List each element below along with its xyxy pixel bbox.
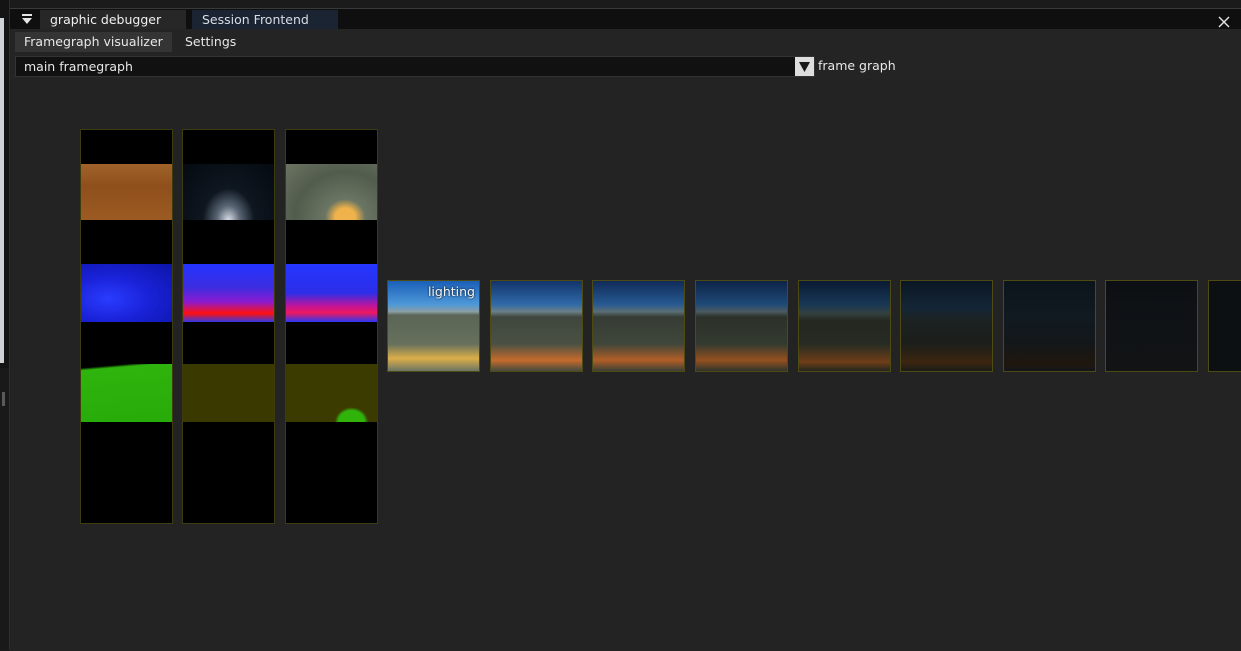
framegraph-select[interactable]: main framegraph — [15, 56, 815, 77]
background-window-edge-dark — [0, 368, 9, 650]
post-node-3[interactable] — [695, 280, 788, 372]
window-tab-bar: graphic debugger Session Frontend — [10, 9, 1241, 29]
framegraph-select-value: main framegraph — [24, 59, 133, 74]
normal-texture-2 — [183, 264, 274, 322]
framegraph-select-label: frame graph — [818, 58, 896, 73]
post-node-6[interactable] — [1003, 280, 1096, 372]
post-node-5[interactable] — [900, 280, 993, 372]
gbuffer-node-3[interactable] — [285, 129, 378, 524]
menu-bar: Framegraph visualizer Settings — [10, 30, 1241, 54]
mask-texture — [81, 364, 172, 422]
albedo-texture — [81, 164, 172, 220]
chevron-down-icon — [799, 61, 810, 72]
left-dock-strip — [0, 0, 10, 650]
background-window-edge — [0, 18, 4, 363]
collapse-triangle-icon — [22, 13, 32, 24]
close-window-button[interactable] — [1218, 13, 1230, 28]
collapse-menu-button[interactable] — [18, 12, 36, 26]
menu-framegraph-visualizer[interactable]: Framegraph visualizer — [15, 32, 172, 52]
lit-preview-texture — [286, 164, 377, 220]
gbuffer-node-1[interactable] — [80, 129, 173, 524]
gbuffer-node-2[interactable] — [182, 129, 275, 524]
post-node-2[interactable] — [592, 280, 685, 372]
close-icon — [1218, 16, 1230, 28]
tab-graphic-debugger[interactable]: graphic debugger — [40, 10, 186, 29]
post-node-4[interactable] — [798, 280, 891, 372]
framegraph-canvas[interactable]: lighting — [10, 79, 1241, 651]
normal-texture — [81, 264, 172, 322]
lighting-node[interactable]: lighting — [387, 280, 480, 372]
dropdown-arrow-button[interactable] — [795, 57, 814, 76]
resize-grip[interactable] — [2, 392, 5, 406]
specular-texture — [183, 164, 274, 220]
mask-texture-3 — [286, 364, 377, 422]
tab-session-frontend[interactable]: Session Frontend — [192, 10, 338, 29]
graphic-debugger-window: graphic debugger Session Frontend Frameg… — [10, 8, 1241, 651]
post-node-8[interactable] — [1208, 280, 1241, 372]
mask-texture-2 — [183, 364, 274, 422]
menu-settings[interactable]: Settings — [176, 32, 245, 52]
lighting-node-label: lighting — [427, 284, 475, 299]
normal-texture-3 — [286, 264, 377, 322]
post-node-1[interactable] — [490, 280, 583, 372]
post-node-7[interactable] — [1105, 280, 1198, 372]
